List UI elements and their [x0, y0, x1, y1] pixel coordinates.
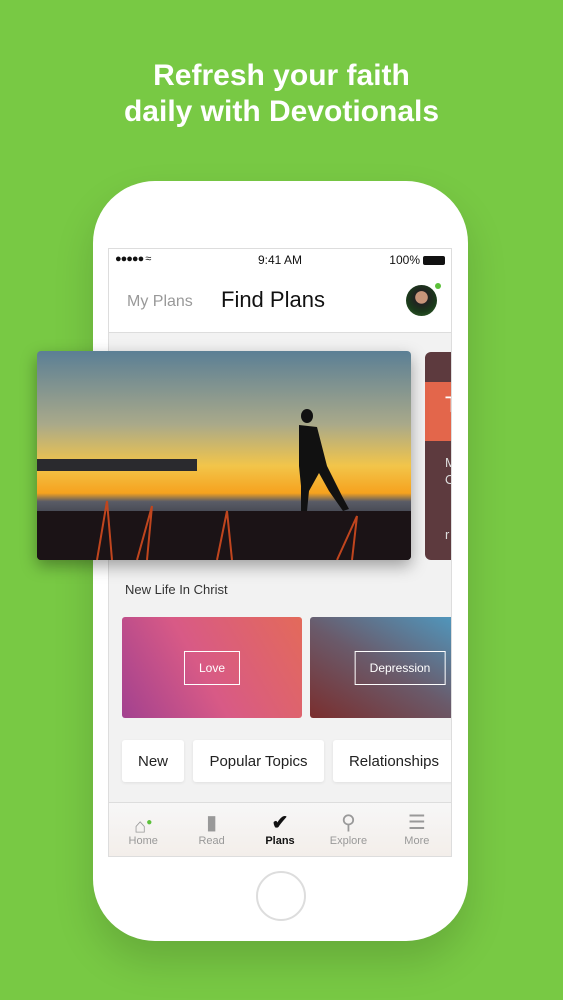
chip-relationships[interactable]: Relationships	[333, 740, 451, 782]
tab-bar: ⌂● Home ▮ Read ✔ Plans ⚲ Explore ☰ More	[109, 802, 451, 856]
chip-popular-topics[interactable]: Popular Topics	[193, 740, 324, 782]
tab-read[interactable]: ▮ Read	[177, 803, 245, 856]
check-icon: ✔	[271, 812, 289, 834]
search-icon: ⚲	[341, 812, 356, 834]
tab-find-plans[interactable]: Find Plans	[221, 287, 325, 313]
next-card-text: O	[445, 472, 451, 487]
headline-line-1: Refresh your faith	[153, 59, 410, 92]
tab-plans[interactable]: ✔ Plans	[246, 803, 314, 856]
menu-icon: ☰	[407, 812, 426, 834]
headline: Refresh your faith daily with Devotional…	[0, 58, 563, 130]
notification-dot	[435, 283, 441, 289]
nav-header: My Plans Find Plans	[109, 271, 451, 333]
topic-card-love[interactable]: Love	[122, 617, 302, 718]
next-plan-card[interactable]: T M O r	[425, 352, 451, 560]
battery: 100%	[389, 253, 445, 267]
battery-icon	[423, 255, 445, 265]
tab-home[interactable]: ⌂● Home	[109, 803, 177, 856]
chip-new[interactable]: New	[122, 740, 184, 782]
home-icon: ⌂●	[134, 815, 153, 838]
tab-more[interactable]: ☰ More	[383, 803, 451, 856]
tab-explore[interactable]: ⚲ Explore	[314, 803, 382, 856]
featured-plan-title: New Life In Christ	[125, 582, 228, 597]
next-card-text: r	[445, 527, 450, 542]
next-card-title: T	[425, 382, 451, 441]
status-bar: ●●●●● ≈ 9:41 AM 100%	[109, 249, 451, 271]
topic-label: Love	[183, 650, 241, 685]
topic-card-depression[interactable]: Depression	[310, 617, 451, 718]
home-button[interactable]	[256, 871, 306, 921]
avatar[interactable]	[406, 285, 437, 316]
headline-line-2: daily with Devotionals	[123, 95, 440, 128]
featured-plan-image[interactable]	[37, 351, 411, 560]
topic-label: Depression	[354, 650, 446, 685]
next-card-text: M	[445, 455, 451, 470]
runner-silhouette	[37, 409, 411, 560]
tab-my-plans[interactable]: My Plans	[127, 293, 193, 311]
book-icon: ▮	[206, 812, 218, 834]
